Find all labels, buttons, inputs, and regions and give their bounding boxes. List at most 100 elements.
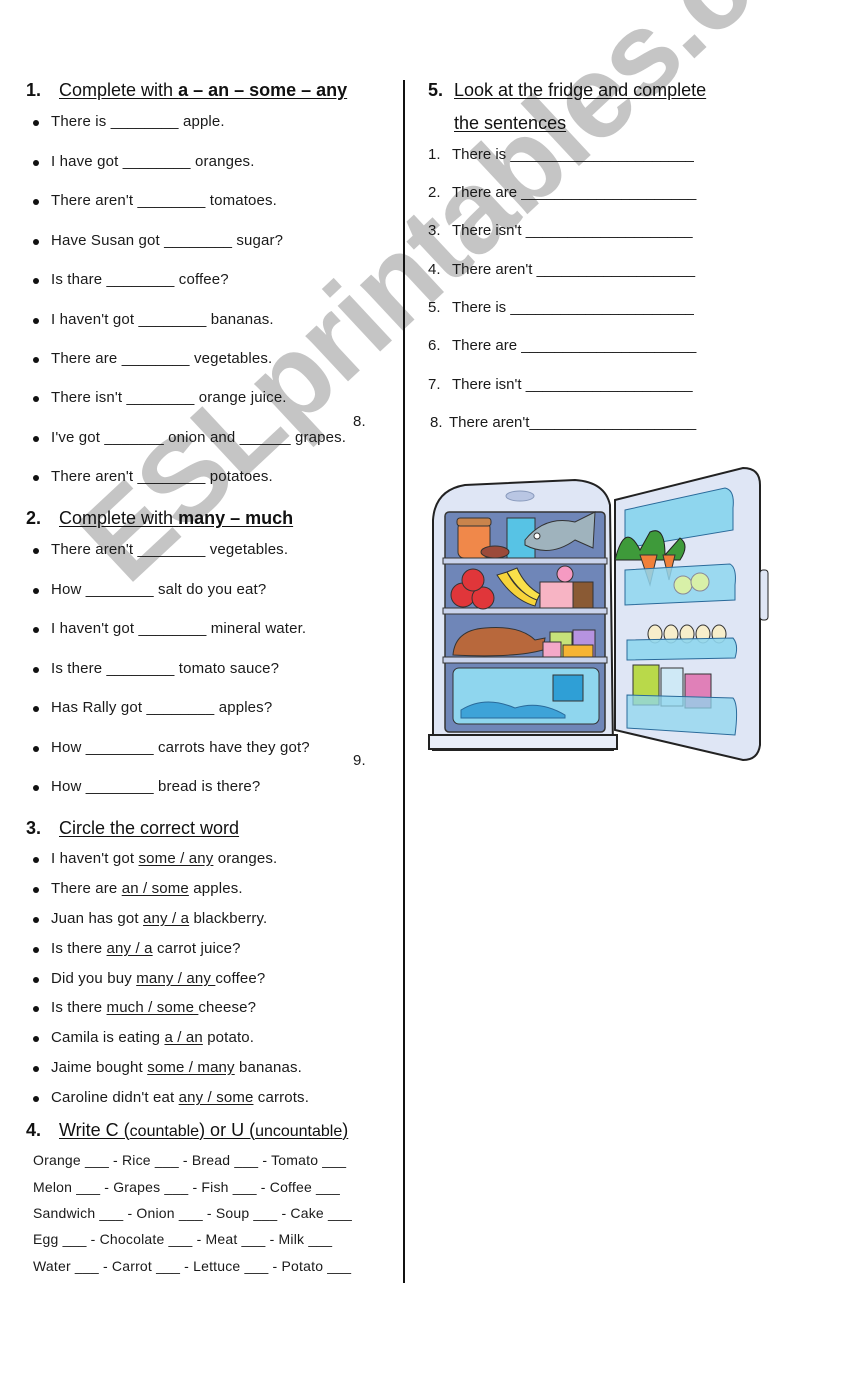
item-number: 4.: [428, 261, 441, 278]
item-text: Juan has got any / a blackberry.: [51, 910, 267, 927]
item-after: apples.: [188, 880, 243, 897]
section1-title-bold: a – an – some – any: [178, 80, 348, 100]
item-text: There aren't ________ tomatoes.: [51, 192, 277, 209]
fridge-illustration: [428, 466, 769, 762]
shelf-1: [442, 557, 608, 565]
item-before: Is there: [51, 940, 107, 957]
bullet-icon: [33, 239, 39, 245]
item-number: 3.: [428, 222, 441, 239]
word-row: Melon ___ - Grapes ___ - Fish ___ - Coff…: [33, 1179, 341, 1195]
item-text: How ________ bread is there?: [51, 778, 261, 795]
choice-options[interactable]: much / some: [107, 999, 199, 1016]
item-after: oranges.: [213, 850, 278, 867]
item-after: potato.: [202, 1029, 255, 1046]
item-text: Is there much / some cheese?: [51, 999, 256, 1016]
section5-number: 5.: [428, 80, 444, 100]
item-text: Did you buy many / any coffee?: [51, 970, 265, 987]
choice-options[interactable]: any / some: [179, 1089, 254, 1106]
item-text: Camila is eating a / an potato.: [51, 1029, 254, 1046]
bullet-icon: [33, 977, 39, 983]
bullet-icon: [33, 475, 39, 481]
item-before: Juan has got: [51, 910, 144, 927]
item-text: There are _____________________: [452, 184, 697, 201]
item-number: 1.: [428, 146, 441, 163]
item-after: bananas.: [234, 1059, 302, 1076]
item-text: Jaime bought some / many bananas.: [51, 1059, 302, 1076]
item-number: 2.: [428, 184, 441, 201]
item-text: Caroline didn't eat any / some carrots.: [51, 1089, 309, 1106]
yogurt-cup: [542, 641, 562, 658]
item-text: There aren't____________________: [449, 414, 697, 431]
item-text: There are an / some apples.: [51, 880, 243, 897]
bullet-icon: [33, 199, 39, 205]
bullet-icon: [33, 318, 39, 324]
section4-title-uncountable: uncountable: [255, 1123, 343, 1140]
bullet-icon: [33, 120, 39, 126]
door-bin-eggs: [626, 637, 738, 661]
exercise5-item: 5. There is ______________________: [428, 299, 748, 319]
crisper-box: [552, 674, 584, 702]
box-orange: [562, 644, 594, 658]
choice-options[interactable]: many / any: [136, 970, 215, 987]
word-row: Orange ___ - Rice ___ - Bread ___ - Toma…: [33, 1152, 347, 1168]
fridge-light: [505, 490, 535, 502]
section2-title-bold: many – much: [178, 508, 294, 528]
door-handle: [759, 569, 769, 621]
bullet-icon: [33, 706, 39, 712]
section3-heading: 3. Circle the correct word: [26, 818, 386, 842]
exercise5-item: 6. There are _____________________: [428, 337, 748, 357]
section1-number: 1.: [26, 80, 42, 100]
item-text: Is there ________ tomato sauce?: [51, 660, 280, 677]
bullet-icon: [33, 278, 39, 284]
choice-options[interactable]: some / any: [139, 850, 214, 867]
bullet-icon: [33, 667, 39, 673]
section5-heading: 5. Look at the fridge and complete the s…: [428, 80, 758, 136]
section4-number: 4.: [26, 1120, 42, 1140]
section1-title-plain: Complete with: [59, 80, 179, 100]
item-text: There are _____________________: [452, 337, 697, 354]
item-text: Is thare ________ coffee?: [51, 271, 229, 288]
section4-title-e: ): [342, 1120, 349, 1140]
item-after: carrot juice?: [152, 940, 241, 957]
item-number: 5.: [428, 299, 441, 316]
word-row: Water ___ - Carrot ___ - Lettuce ___ - P…: [33, 1258, 352, 1274]
section4-heading: 4. Write C (countable) or U (uncountable…: [26, 1120, 386, 1144]
bullet-icon: [33, 785, 39, 791]
exercise5-item: 8. There aren't____________________: [430, 414, 750, 434]
item-text: How ________ salt do you eat?: [51, 581, 267, 598]
choice-options[interactable]: an / some: [122, 880, 189, 897]
word-row: Egg ___ - Chocolate ___ - Meat ___ - Mil…: [33, 1231, 333, 1247]
choice-options[interactable]: a / an: [164, 1029, 202, 1046]
door-bin-bottom: [626, 694, 738, 736]
shelf-2: [442, 607, 608, 615]
section1-heading: 1. Complete with a – an – some – any: [26, 80, 386, 104]
choice-options[interactable]: any / a: [143, 910, 189, 927]
item-after: cheese?: [198, 999, 257, 1016]
exercise5-item: 4. There aren't ___________________: [428, 261, 748, 281]
item-before: Camila is eating: [51, 1029, 165, 1046]
exercise5-item: 3. There isn't ____________________: [428, 222, 748, 242]
item-text: Has Rally got ________ apples?: [51, 699, 273, 716]
item-before: Caroline didn't eat: [51, 1089, 179, 1106]
bullet-icon: [33, 1036, 39, 1042]
word-row: Sandwich ___ - Onion ___ - Soup ___ - Ca…: [33, 1205, 352, 1221]
choice-options[interactable]: any / a: [107, 940, 153, 957]
section4-title-c: ) or U (: [199, 1120, 256, 1140]
section2-title-plain: Complete with: [59, 508, 179, 528]
choice-options[interactable]: some / many: [147, 1059, 235, 1076]
item-text: There is ______________________: [452, 299, 694, 316]
apple: [461, 568, 485, 592]
shelf-3: [442, 656, 608, 664]
bullet-icon: [33, 396, 39, 402]
bullet-icon: [33, 1096, 39, 1102]
item-after: carrots.: [253, 1089, 310, 1106]
jar-lid: [456, 517, 492, 527]
cake-side: [572, 581, 594, 609]
item-text: How ________ carrots have they got?: [51, 739, 310, 756]
bullet-icon: [33, 1006, 39, 1012]
sausage: [480, 545, 510, 559]
item-text: I have got ________ oranges.: [51, 153, 255, 170]
bullet-icon: [33, 947, 39, 953]
section2-heading: 2. Complete with many – much: [26, 508, 386, 532]
exercise5-item: 1. There is ______________________: [428, 146, 748, 166]
